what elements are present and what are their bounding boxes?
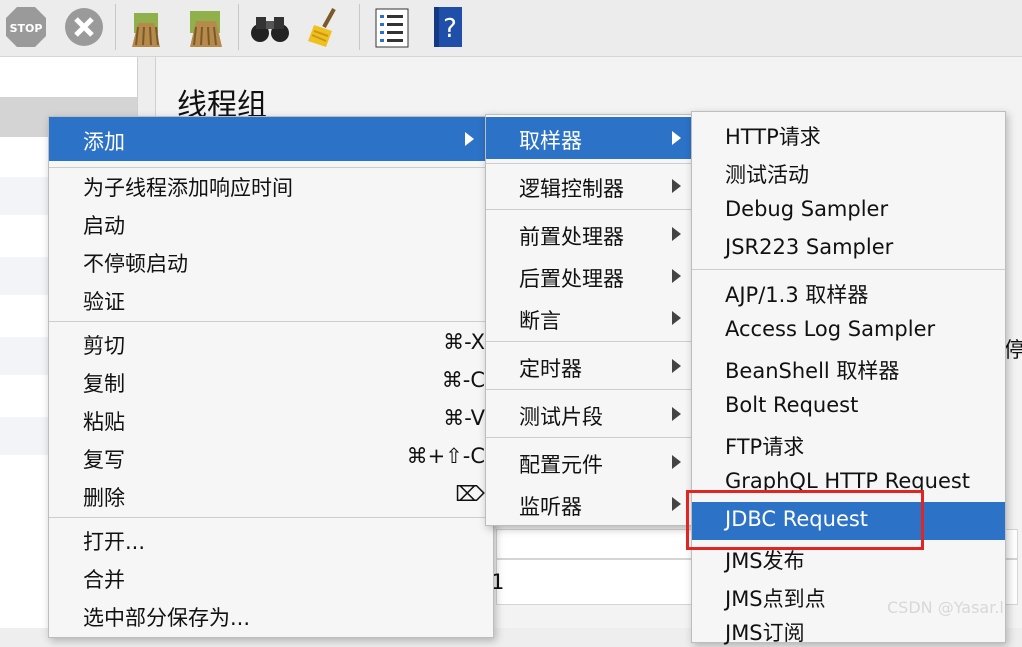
menu-item-logic-controller[interactable]: 逻辑控制器 bbox=[519, 173, 624, 203]
menu-item-merge[interactable]: 合并 bbox=[83, 564, 125, 594]
menu-item-add[interactable]: 添加 bbox=[83, 126, 125, 156]
submenu-arrow-icon bbox=[672, 179, 681, 193]
background-text: 停 bbox=[1004, 338, 1022, 362]
context-menu: 添加 为子线程添加响应时间 启动 不停顿启动 验证 剪切 ⌘-X 复制 ⌘-C … bbox=[48, 116, 494, 638]
menu-item-jsr223-sampler[interactable]: JSR223 Sampler bbox=[725, 235, 893, 259]
shortcut-cut: ⌘-X bbox=[443, 330, 485, 354]
menu-item-add-response-time[interactable]: 为子线程添加响应时间 bbox=[83, 172, 293, 202]
menu-item-beanshell-sampler[interactable]: BeanShell 取样器 bbox=[725, 355, 899, 385]
submenu-arrow-icon bbox=[672, 497, 681, 511]
menu-item-copy[interactable]: 复制 bbox=[83, 368, 125, 398]
svg-text:STOP: STOP bbox=[10, 22, 43, 35]
submenu-arrow-icon bbox=[672, 269, 681, 283]
stop-icon[interactable]: STOP bbox=[4, 5, 48, 49]
menu-item-sampler[interactable]: 取样器 bbox=[519, 125, 582, 155]
menu-item-listener[interactable]: 监听器 bbox=[519, 491, 582, 521]
submenu-arrow-icon bbox=[672, 311, 681, 325]
menu-item-open[interactable]: 打开... bbox=[83, 526, 145, 556]
menu-item-duplicate[interactable]: 复写 bbox=[83, 444, 125, 474]
menu-item-access-log-sampler[interactable]: Access Log Sampler bbox=[725, 317, 935, 341]
menu-item-timer[interactable]: 定时器 bbox=[519, 353, 582, 383]
clear-icon[interactable] bbox=[124, 5, 168, 49]
shortcut-paste: ⌘-V bbox=[443, 406, 485, 430]
menu-item-ftp-request[interactable]: FTP请求 bbox=[725, 431, 804, 461]
submenu-arrow-icon bbox=[672, 131, 681, 145]
submenu-arrow-icon bbox=[672, 455, 681, 469]
add-submenu: 取样器 逻辑控制器 前置处理器 后置处理器 断言 定时器 测试片段 配置元件 监… bbox=[485, 114, 693, 526]
shutdown-icon[interactable] bbox=[62, 5, 106, 49]
menu-item-delete[interactable]: 删除 bbox=[83, 482, 125, 512]
svg-text:?: ? bbox=[443, 14, 457, 44]
menu-item-debug-sampler[interactable]: Debug Sampler bbox=[725, 197, 888, 221]
menu-item-config-element[interactable]: 配置元件 bbox=[519, 449, 603, 479]
menu-item-http-request[interactable]: HTTP请求 bbox=[725, 121, 821, 151]
menu-item-test-action[interactable]: 测试活动 bbox=[725, 159, 809, 189]
menu-item-jms-subscriber[interactable]: JMS订阅 bbox=[725, 617, 805, 647]
menu-item-start-no-pauses[interactable]: 不停顿启动 bbox=[83, 248, 188, 278]
watermark: CSDN @Yasar.l bbox=[887, 598, 1004, 617]
sampler-submenu: HTTP请求 测试活动 Debug Sampler JSR223 Sampler… bbox=[691, 111, 1006, 645]
submenu-arrow-icon bbox=[672, 407, 681, 421]
clear-all-icon[interactable] bbox=[184, 5, 228, 49]
menu-item-validate[interactable]: 验证 bbox=[83, 286, 125, 316]
menu-item-assertions[interactable]: 断言 bbox=[519, 305, 561, 335]
menu-selection-highlight bbox=[486, 117, 692, 159]
submenu-arrow-icon bbox=[672, 359, 681, 373]
broom-icon[interactable] bbox=[304, 5, 348, 49]
help-icon[interactable]: ? bbox=[426, 5, 470, 49]
submenu-arrow-icon bbox=[672, 227, 681, 241]
submenu-arrow-icon bbox=[465, 132, 474, 146]
highlight-annotation-box bbox=[686, 490, 924, 550]
menu-item-test-fragment[interactable]: 测试片段 bbox=[519, 401, 603, 431]
function-list-icon[interactable] bbox=[370, 5, 414, 49]
shortcut-copy: ⌘-C bbox=[441, 368, 485, 392]
search-icon[interactable] bbox=[248, 5, 292, 49]
menu-item-paste[interactable]: 粘贴 bbox=[83, 406, 125, 436]
menu-item-ajp-sampler[interactable]: AJP/1.3 取样器 bbox=[725, 279, 868, 309]
shortcut-delete: ⌦ bbox=[455, 482, 485, 506]
menu-item-pre-processors[interactable]: 前置处理器 bbox=[519, 221, 624, 251]
menu-item-start[interactable]: 启动 bbox=[83, 210, 125, 240]
toolbar: STOP ? bbox=[0, 0, 1022, 57]
menu-item-post-processors[interactable]: 后置处理器 bbox=[519, 263, 624, 293]
menu-item-jms-point-to-point[interactable]: JMS点到点 bbox=[725, 583, 826, 613]
menu-item-cut[interactable]: 剪切 bbox=[83, 330, 125, 360]
menu-item-bolt-request[interactable]: Bolt Request bbox=[725, 393, 858, 417]
shortcut-duplicate: ⌘+⇧-C bbox=[406, 444, 485, 468]
